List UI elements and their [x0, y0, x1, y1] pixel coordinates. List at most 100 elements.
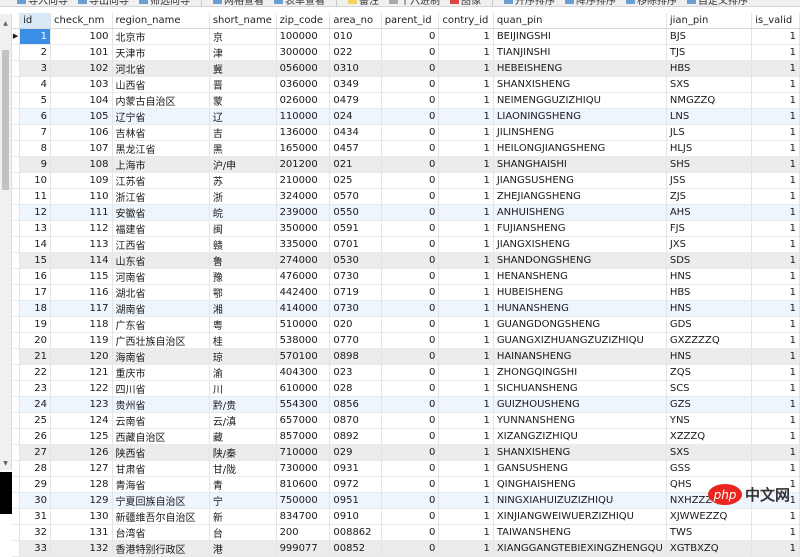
cell-parent_id[interactable]: 0: [381, 204, 440, 221]
cell-is_valid[interactable]: 1: [751, 508, 800, 525]
cell-id[interactable]: 30: [19, 492, 52, 509]
cell-jian_pin[interactable]: AHS: [666, 204, 753, 221]
cell-zip_code[interactable]: 200: [276, 524, 331, 541]
cell-contry_id[interactable]: 1: [438, 476, 494, 493]
cell-area_no[interactable]: 0570: [329, 188, 382, 205]
cell-region_name[interactable]: 内蒙古自治区: [112, 92, 210, 109]
cell-quan_pin[interactable]: JILINSHENG: [493, 124, 667, 141]
cell-region_name[interactable]: 青海省: [112, 476, 210, 493]
cell-check_nm[interactable]: 132: [50, 540, 113, 557]
cell-id[interactable]: 18: [19, 300, 52, 317]
cell-check_nm[interactable]: 112: [50, 220, 113, 237]
column-header-check_nm[interactable]: check_nm: [50, 13, 113, 29]
cell-is_valid[interactable]: 1: [751, 380, 800, 397]
cell-area_no[interactable]: 0730: [329, 268, 382, 285]
cell-parent_id[interactable]: 0: [381, 364, 440, 381]
cell-contry_id[interactable]: 1: [438, 60, 494, 77]
column-header-id[interactable]: id: [19, 13, 52, 29]
cell-is_valid[interactable]: 1: [751, 540, 800, 557]
cell-check_nm[interactable]: 116: [50, 284, 113, 301]
cell-parent_id[interactable]: 0: [381, 252, 440, 269]
cell-jian_pin[interactable]: JXS: [666, 236, 753, 253]
toolbar-button-remove-sort[interactable]: 移除排序: [623, 0, 680, 6]
cell-jian_pin[interactable]: HBS: [666, 60, 753, 77]
cell-quan_pin[interactable]: ZHEJIANGSHENG: [493, 188, 667, 205]
cell-jian_pin[interactable]: BJS: [666, 28, 753, 45]
cell-contry_id[interactable]: 1: [438, 204, 494, 221]
cell-region_name[interactable]: 山东省: [112, 252, 210, 269]
cell-zip_code[interactable]: 710000: [276, 444, 331, 461]
cell-area_no[interactable]: 0951: [329, 492, 382, 509]
cell-contry_id[interactable]: 1: [438, 316, 494, 333]
cell-contry_id[interactable]: 1: [438, 172, 494, 189]
cell-short_name[interactable]: 川: [209, 380, 277, 397]
cell-region_name[interactable]: 海南省: [112, 348, 210, 365]
cell-is_valid[interactable]: 1: [751, 316, 800, 333]
scroll-down-arrow-icon[interactable]: ▼: [0, 458, 11, 470]
table-row[interactable]: 24 123 贵州省 黔/贵 554300 0856 0 1 GUIZHOUSHENG GZS 1: [12, 396, 800, 413]
table-row[interactable]: 26 125 西藏自治区藏 857000 0892 0 1 XIZANGZIZHIQU XZZZ…: [12, 428, 800, 445]
row-selector[interactable]: [12, 60, 21, 77]
row-selector[interactable]: [12, 172, 21, 189]
cell-id[interactable]: 26: [19, 428, 52, 445]
cell-contry_id[interactable]: 1: [438, 300, 494, 317]
cell-zip_code[interactable]: 750000: [276, 492, 331, 509]
cell-area_no[interactable]: 025: [329, 172, 382, 189]
cell-check_nm[interactable]: 122: [50, 380, 113, 397]
cell-parent_id[interactable]: 0: [381, 140, 440, 157]
cell-jian_pin[interactable]: HLJS: [666, 140, 753, 157]
cell-contry_id[interactable]: 1: [438, 444, 494, 461]
column-header-is_valid[interactable]: is_valid: [751, 13, 800, 29]
cell-jian_pin[interactable]: SCS: [666, 380, 753, 397]
cell-parent_id[interactable]: 0: [381, 476, 440, 493]
cell-id[interactable]: 33: [19, 540, 52, 557]
cell-jian_pin[interactable]: XZZZQ: [666, 428, 753, 445]
cell-parent_id[interactable]: 0: [381, 172, 440, 189]
cell-contry_id[interactable]: 1: [438, 412, 494, 429]
cell-check_nm[interactable]: 105: [50, 108, 113, 125]
cell-parent_id[interactable]: 0: [381, 284, 440, 301]
cell-short_name[interactable]: 津: [209, 44, 277, 61]
cell-is_valid[interactable]: 1: [751, 364, 800, 381]
cell-zip_code[interactable]: 350000: [276, 220, 331, 237]
table-row[interactable]: 19 118 广东省粤 510000 020 0 1 GUANGDONGSHENG GDS 1: [12, 316, 800, 333]
row-selector[interactable]: [12, 108, 21, 125]
row-selector[interactable]: [12, 428, 21, 445]
cell-area_no[interactable]: 0856: [329, 396, 382, 413]
cell-parent_id[interactable]: 0: [381, 348, 440, 365]
cell-quan_pin[interactable]: SICHUANSHENG: [493, 380, 667, 397]
cell-contry_id[interactable]: 1: [438, 92, 494, 109]
table-row[interactable]: 17 116 湖北省鄂 442400 0719 0 1 HUBEISHENG HBS 1: [12, 284, 800, 301]
cell-parent_id[interactable]: 0: [381, 508, 440, 525]
cell-quan_pin[interactable]: GUANGXIZHUANGZUZIZHIQU: [493, 332, 667, 349]
table-row[interactable]: 8 107 黑龙江省黑 165000 0457 0 1 HEILONGJIANGSHENG HL…: [12, 140, 800, 157]
cell-contry_id[interactable]: 1: [438, 364, 494, 381]
cell-quan_pin[interactable]: HUBEISHENG: [493, 284, 667, 301]
cell-parent_id[interactable]: 0: [381, 156, 440, 173]
column-header-region_name[interactable]: region_name: [112, 13, 210, 29]
toolbar-button-hex[interactable]: 十六进制: [386, 0, 443, 6]
cell-contry_id[interactable]: 1: [438, 540, 494, 557]
cell-short_name[interactable]: 粤: [209, 316, 277, 333]
cell-parent_id[interactable]: 0: [381, 412, 440, 429]
cell-region_name[interactable]: 浙江省: [112, 188, 210, 205]
cell-short_name[interactable]: 鄂: [209, 284, 277, 301]
cell-short_name[interactable]: 琼: [209, 348, 277, 365]
cell-jian_pin[interactable]: GDS: [666, 316, 753, 333]
cell-quan_pin[interactable]: TAIWANSHENG: [493, 524, 667, 541]
cell-parent_id[interactable]: 0: [381, 188, 440, 205]
cell-contry_id[interactable]: 1: [438, 156, 494, 173]
cell-quan_pin[interactable]: HENANSHENG: [493, 268, 667, 285]
cell-short_name[interactable]: 云/滇: [209, 412, 277, 429]
cell-check_nm[interactable]: 109: [50, 172, 113, 189]
column-header-contry_id[interactable]: contry_id: [438, 13, 494, 29]
cell-is_valid[interactable]: 1: [751, 76, 800, 93]
table-row[interactable]: 27 126 陕西省 陕/秦 710000 029 0 1 SHANXISHENG SXS 1: [12, 444, 800, 461]
cell-parent_id[interactable]: 0: [381, 380, 440, 397]
cell-short_name[interactable]: 港: [209, 540, 277, 557]
cell-check_nm[interactable]: 125: [50, 428, 113, 445]
cell-jian_pin[interactable]: XGTBXZQ: [666, 540, 753, 557]
row-selector[interactable]: [12, 332, 21, 349]
column-header-parent_id[interactable]: parent_id: [381, 13, 440, 29]
cell-region_name[interactable]: 宁夏回族自治区: [112, 492, 210, 509]
